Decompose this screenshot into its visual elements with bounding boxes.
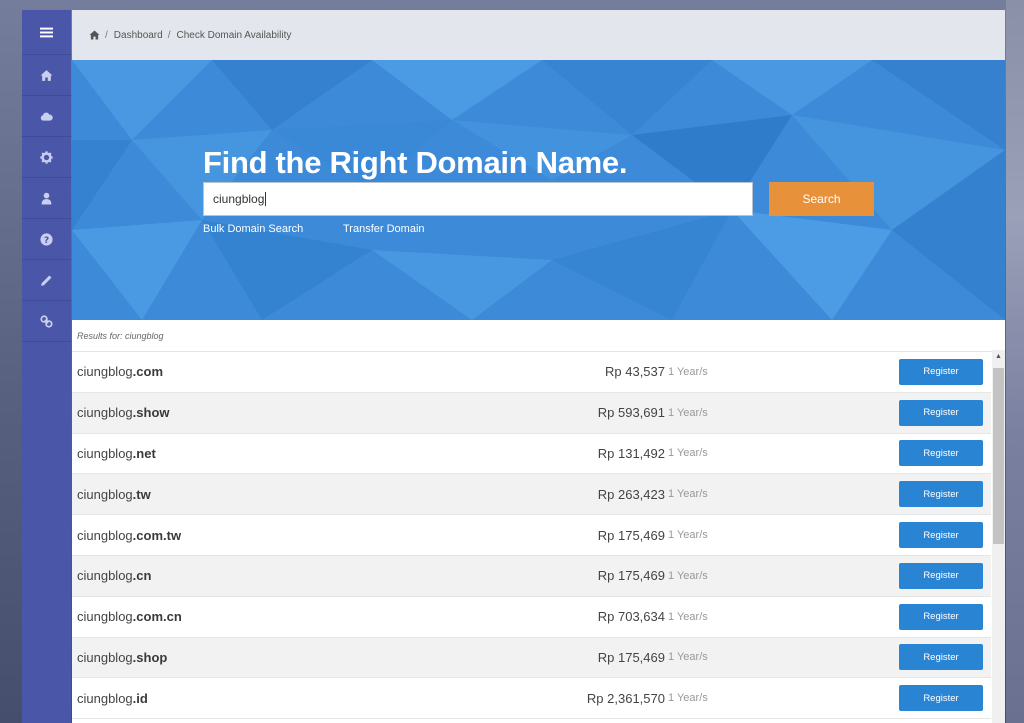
breadcrumb-current: Check Domain Availability	[176, 29, 292, 41]
results-list: ciungblog.com Rp 43,537 1 Year/s Registe…	[72, 352, 991, 720]
domain-name: ciungblog.cn	[77, 568, 152, 584]
link-icon	[40, 314, 53, 328]
results-label-prefix: Results for:	[77, 330, 123, 341]
scroll-up-icon[interactable]: ▲	[992, 350, 1005, 362]
domain-price: Rp 703,634	[597, 609, 665, 625]
breadcrumb: / Dashboard / Check Domain Availability	[72, 10, 1005, 60]
sidebar: ?	[22, 10, 71, 723]
domain-name: ciungblog.net	[77, 445, 156, 461]
register-button[interactable]: Register	[899, 358, 983, 385]
sidebar-item-home[interactable]	[22, 55, 71, 96]
register-button[interactable]: Register	[899, 644, 983, 671]
domain-price: Rp 131,492	[597, 445, 665, 461]
register-button[interactable]: Register	[899, 522, 983, 549]
sidebar-menu-toggle[interactable]	[22, 10, 71, 55]
table-row: ciungblog.cn Rp 175,469 1 Year/s Registe…	[72, 555, 991, 597]
table-row: ciungblog.com.tw Rp 175,469 1 Year/s Reg…	[72, 515, 991, 556]
domain-period: 1 Year/s	[668, 406, 708, 419]
sidebar-item-settings[interactable]	[22, 137, 71, 178]
domain-name: ciungblog.tw	[77, 486, 151, 502]
question-icon: ?	[40, 232, 53, 245]
breadcrumb-dashboard[interactable]: Dashboard	[114, 30, 163, 41]
domain-price: Rp 43,537	[605, 364, 665, 380]
domain-price: Rp 2,361,570	[586, 690, 665, 706]
table-row: ciungblog.net Rp 131,492 1 Year/s Regist…	[72, 434, 991, 475]
register-button[interactable]: Register	[899, 440, 983, 467]
home-icon	[40, 69, 53, 81]
domain-name: ciungblog.com	[77, 364, 163, 380]
cloud-icon	[40, 112, 53, 121]
hero-title: Find the Right Domain Name.	[203, 145, 628, 180]
domain-search-input[interactable]: ciungblog	[203, 182, 753, 216]
svg-text:?: ?	[44, 234, 49, 245]
register-button[interactable]: Register	[899, 603, 983, 630]
hamburger-icon	[40, 27, 53, 37]
scrollbar-thumb[interactable]	[993, 368, 1004, 544]
domain-period: 1 Year/s	[668, 488, 708, 501]
domain-period: 1 Year/s	[668, 447, 708, 460]
breadcrumb-separator: /	[105, 29, 108, 41]
results-label: Results for: ciungblog	[72, 320, 1005, 352]
register-button[interactable]: Register	[899, 481, 983, 508]
search-input-value: ciungblog	[213, 192, 265, 206]
register-button[interactable]: Register	[899, 685, 983, 712]
home-icon[interactable]	[89, 30, 100, 40]
domain-period: 1 Year/s	[668, 651, 708, 664]
sidebar-item-edit[interactable]	[22, 260, 71, 301]
sidebar-item-cloud[interactable]	[22, 96, 71, 137]
table-row: ciungblog.id Rp 2,361,570 1 Year/s Regis…	[72, 678, 991, 720]
domain-price: Rp 263,423	[597, 486, 665, 502]
domain-price: Rp 175,469	[597, 649, 665, 665]
transfer-domain-link[interactable]: Transfer Domain	[343, 223, 425, 235]
search-button[interactable]: Search	[769, 182, 874, 216]
results-scrollbar[interactable]: ▲	[992, 350, 1005, 723]
domain-price: Rp 175,469	[597, 568, 665, 584]
text-caret	[265, 192, 267, 206]
domain-name: ciungblog.com.cn	[77, 609, 182, 625]
table-row: ciungblog.shop Rp 175,469 1 Year/s Regis…	[72, 637, 991, 679]
table-row: ciungblog.com.cn Rp 703,634 1 Year/s Reg…	[72, 597, 991, 638]
main-panel: / Dashboard / Check Domain Availability	[72, 10, 1005, 723]
domain-period: 1 Year/s	[668, 365, 708, 378]
gear-icon	[40, 150, 53, 164]
register-button[interactable]: Register	[899, 562, 983, 589]
domain-period: 1 Year/s	[668, 610, 708, 623]
domain-period: 1 Year/s	[668, 569, 708, 582]
domain-name: ciungblog.com.tw	[77, 527, 182, 543]
table-row: ciungblog.tw Rp 263,423 1 Year/s Registe…	[72, 474, 991, 516]
domain-period: 1 Year/s	[668, 692, 708, 705]
table-row: ciungblog.com Rp 43,537 1 Year/s Registe…	[72, 352, 991, 393]
sidebar-item-account[interactable]	[22, 178, 71, 219]
domain-name: ciungblog.shop	[77, 649, 168, 665]
domain-price: Rp 175,469	[597, 527, 665, 543]
pencil-icon	[41, 275, 52, 286]
user-icon	[41, 192, 52, 204]
bulk-domain-search-link[interactable]: Bulk Domain Search	[203, 223, 303, 235]
sidebar-item-link[interactable]	[22, 301, 71, 342]
domain-search-hero: Find the Right Domain Name. ciungblog Se…	[72, 60, 1005, 320]
table-row: ciungblog.show Rp 593,691 1 Year/s Regis…	[72, 392, 991, 434]
domain-name: ciungblog.show	[77, 405, 170, 421]
domain-period: 1 Year/s	[668, 529, 708, 542]
sidebar-item-help[interactable]: ?	[22, 219, 71, 260]
results-query: ciungblog	[125, 330, 164, 341]
background-edge	[1006, 0, 1024, 723]
domain-name: ciungblog.id	[77, 690, 148, 706]
breadcrumb-separator: /	[167, 29, 171, 41]
domain-price: Rp 593,691	[597, 405, 665, 421]
register-button[interactable]: Register	[899, 399, 983, 426]
